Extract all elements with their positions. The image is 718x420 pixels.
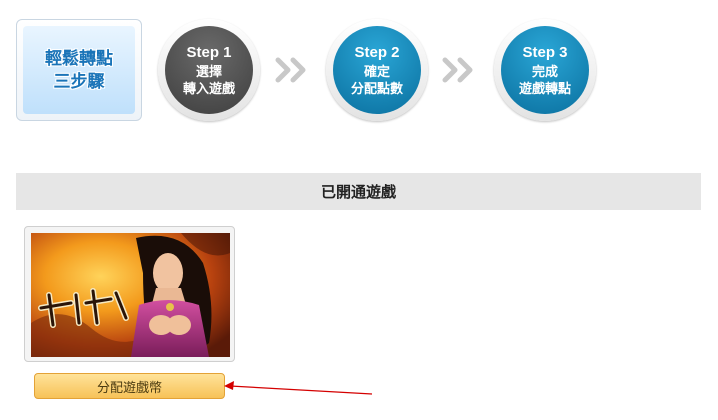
step-2-line-1: 確定 — [363, 64, 390, 79]
step-3-line-2: 遊戲轉點 — [518, 81, 571, 96]
chevron-right-icon — [442, 57, 473, 83]
step-3-number: Step 3 — [522, 44, 568, 61]
intro-line-1: 輕鬆轉點 — [45, 49, 113, 68]
opened-games-header: 已開通遊戲 — [16, 173, 701, 210]
step-1-circle: Step 1 選擇 轉入遊戲 — [158, 19, 260, 121]
allocate-game-coins-button[interactable]: 分配遊戲幣 — [34, 373, 225, 399]
game-thumbnail[interactable] — [31, 233, 230, 357]
step-1-line-2: 轉入遊戲 — [182, 81, 235, 96]
section-title: 已開通遊戲 — [320, 184, 396, 201]
intro-line-2: 三步驟 — [53, 72, 105, 91]
step-2-line-2: 分配點數 — [350, 81, 403, 96]
intro-badge-inner: 輕鬆轉點 三步驟 — [23, 26, 135, 114]
game-card[interactable] — [24, 226, 235, 362]
step-2-inner: Step 2 確定 分配點數 — [333, 26, 421, 114]
step-3-inner: Step 3 完成 遊戲轉點 — [501, 26, 589, 114]
step-3-circle: Step 3 完成 遊戲轉點 — [494, 19, 596, 121]
step-3-line-1: 完成 — [531, 64, 558, 79]
chevron-right-icon — [275, 57, 306, 83]
intro-badge: 輕鬆轉點 三步驟 — [16, 19, 142, 121]
red-arrow-annotation — [224, 381, 373, 395]
step-1-number: Step 1 — [186, 44, 232, 61]
step-1-inner: Step 1 選擇 轉入遊戲 — [165, 26, 253, 114]
step-2-circle: Step 2 確定 分配點數 — [326, 19, 428, 121]
step-1-line-1: 選擇 — [195, 64, 222, 79]
step-2-number: Step 2 — [354, 44, 400, 61]
